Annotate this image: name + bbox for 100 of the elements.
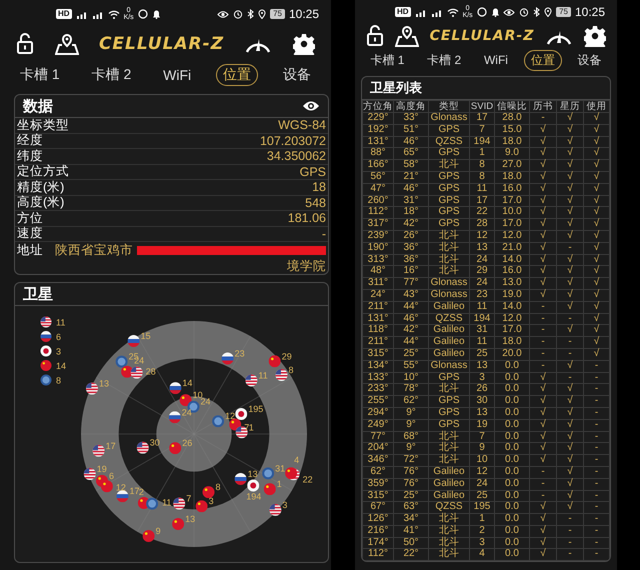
table-cell: 9 [470,442,494,455]
tab[interactable]: 卡槽 2 [84,64,138,86]
table-cell: QZSS [428,502,470,514]
table-cell: - [584,396,610,408]
field-label: 纬度 [17,148,43,164]
table-cell: √ [556,148,584,160]
table-cell: √ [530,372,556,384]
table-cell: 13.0 [494,278,530,290]
table-cell: √ [584,313,610,325]
tab[interactable]: 设备 [570,50,609,70]
table-cell: 24 [470,278,494,290]
table-cell: 166° [362,160,394,172]
field-value: 181.06 [288,211,326,226]
table-cell: 10 [470,454,494,466]
table-cell: √ [530,537,556,549]
column-header: 使用 [584,100,610,112]
table-cell: √ [556,183,584,196]
unlocked-padlock-icon[interactable] [16,33,34,55]
satellite-number: 1 [248,422,254,432]
unlocked-padlock-icon[interactable] [366,25,384,47]
tab[interactable]: 卡槽 1 [12,64,67,86]
table-cell: 12.0 [494,230,530,242]
satellite-number: 23 [234,348,245,358]
table-cell: 211° [362,301,394,314]
table-cell: √ [530,254,556,266]
table-cell: √ [556,254,584,266]
table-cell: 76° [394,478,428,490]
table-cell: - [530,313,556,325]
satellite-number: 8 [216,482,221,492]
settings-icon[interactable] [584,25,606,47]
field-value: 34.350062 [266,149,326,164]
table-cell: √ [584,124,610,136]
settings-icon[interactable] [292,33,315,55]
table-cell: √ [530,148,556,160]
table-cell: 56° [362,171,394,184]
tab[interactable]: WiFi [476,51,515,69]
tab[interactable]: 卡槽 1 [363,50,412,70]
tab[interactable]: 位置 [524,50,562,70]
table-cell: √ [530,160,556,172]
table-cell: 18.0 [494,171,530,184]
table-cell: 北斗 [428,254,470,266]
field-label: 高度(米) [17,194,64,212]
bluetooth-icon [533,7,540,17]
table-cell: - [556,313,584,325]
column-header: 历书 [530,100,556,112]
table-cell: 21° [394,171,428,184]
table-cell: 36° [394,254,428,266]
table-cell: √ [530,183,556,196]
tab[interactable]: WiFi [156,65,198,85]
table-cell: 25 [470,490,494,502]
table-cell: 13 [470,360,494,372]
table-cell: 29 [470,266,494,278]
table-cell: Galileo [428,478,470,490]
wifi-icon [446,8,459,16]
table-cell: 9° [394,407,428,420]
table-cell: 北斗 [428,230,470,242]
signal-icon [92,10,104,18]
table-cell: 16° [394,266,428,278]
column-header: 方位角 [362,100,394,112]
table-cell: 12 [470,466,494,478]
table-cell: Galileo [428,348,470,360]
satellite-number: 13 [99,378,110,389]
table-cell: - [584,478,610,490]
table-cell: √ [556,407,584,420]
tab[interactable]: 设备 [276,64,318,86]
table-cell: 118° [362,324,394,337]
map-pin-icon[interactable] [394,25,419,47]
legend-count: 14 [56,361,66,371]
table-cell: √ [556,324,584,337]
field-label: 坐标类型 [17,116,69,134]
table-cell: 北斗 [428,384,470,396]
table-cell: 0.0 [494,502,530,514]
eye-icon[interactable] [302,100,320,112]
table-cell: - [530,112,556,124]
table-cell: 20.0 [494,348,530,360]
table-cell: √ [530,230,556,242]
table-cell: √ [584,136,610,148]
map-pin-icon[interactable] [54,33,79,55]
table-cell: - [584,431,610,443]
satellite-number: 13 [248,469,258,479]
table-cell: Glonass [428,278,470,290]
table-cell: √ [584,160,610,172]
table-cell: 1 [470,148,494,160]
table-cell: 0.0 [494,478,530,490]
table-cell: √ [556,419,584,432]
table-cell: Galileo [428,336,470,348]
table-cell: 22° [394,548,428,561]
table-cell: 78° [394,384,428,396]
tab[interactable]: 位置 [216,64,258,86]
satellite-number: 7 [244,422,250,432]
table-cell: 25 [470,348,494,360]
table-cell: 55° [394,360,428,372]
satellite-number: 22 [302,474,313,484]
table-cell: 0.0 [494,537,530,549]
table-cell: √ [584,112,610,124]
table-cell: 315° [362,490,394,502]
table-cell: 0.0 [494,514,530,526]
tab[interactable]: 卡槽 2 [420,50,468,70]
table-cell: Galileo [428,466,470,478]
flag-ball-icon [128,335,140,347]
